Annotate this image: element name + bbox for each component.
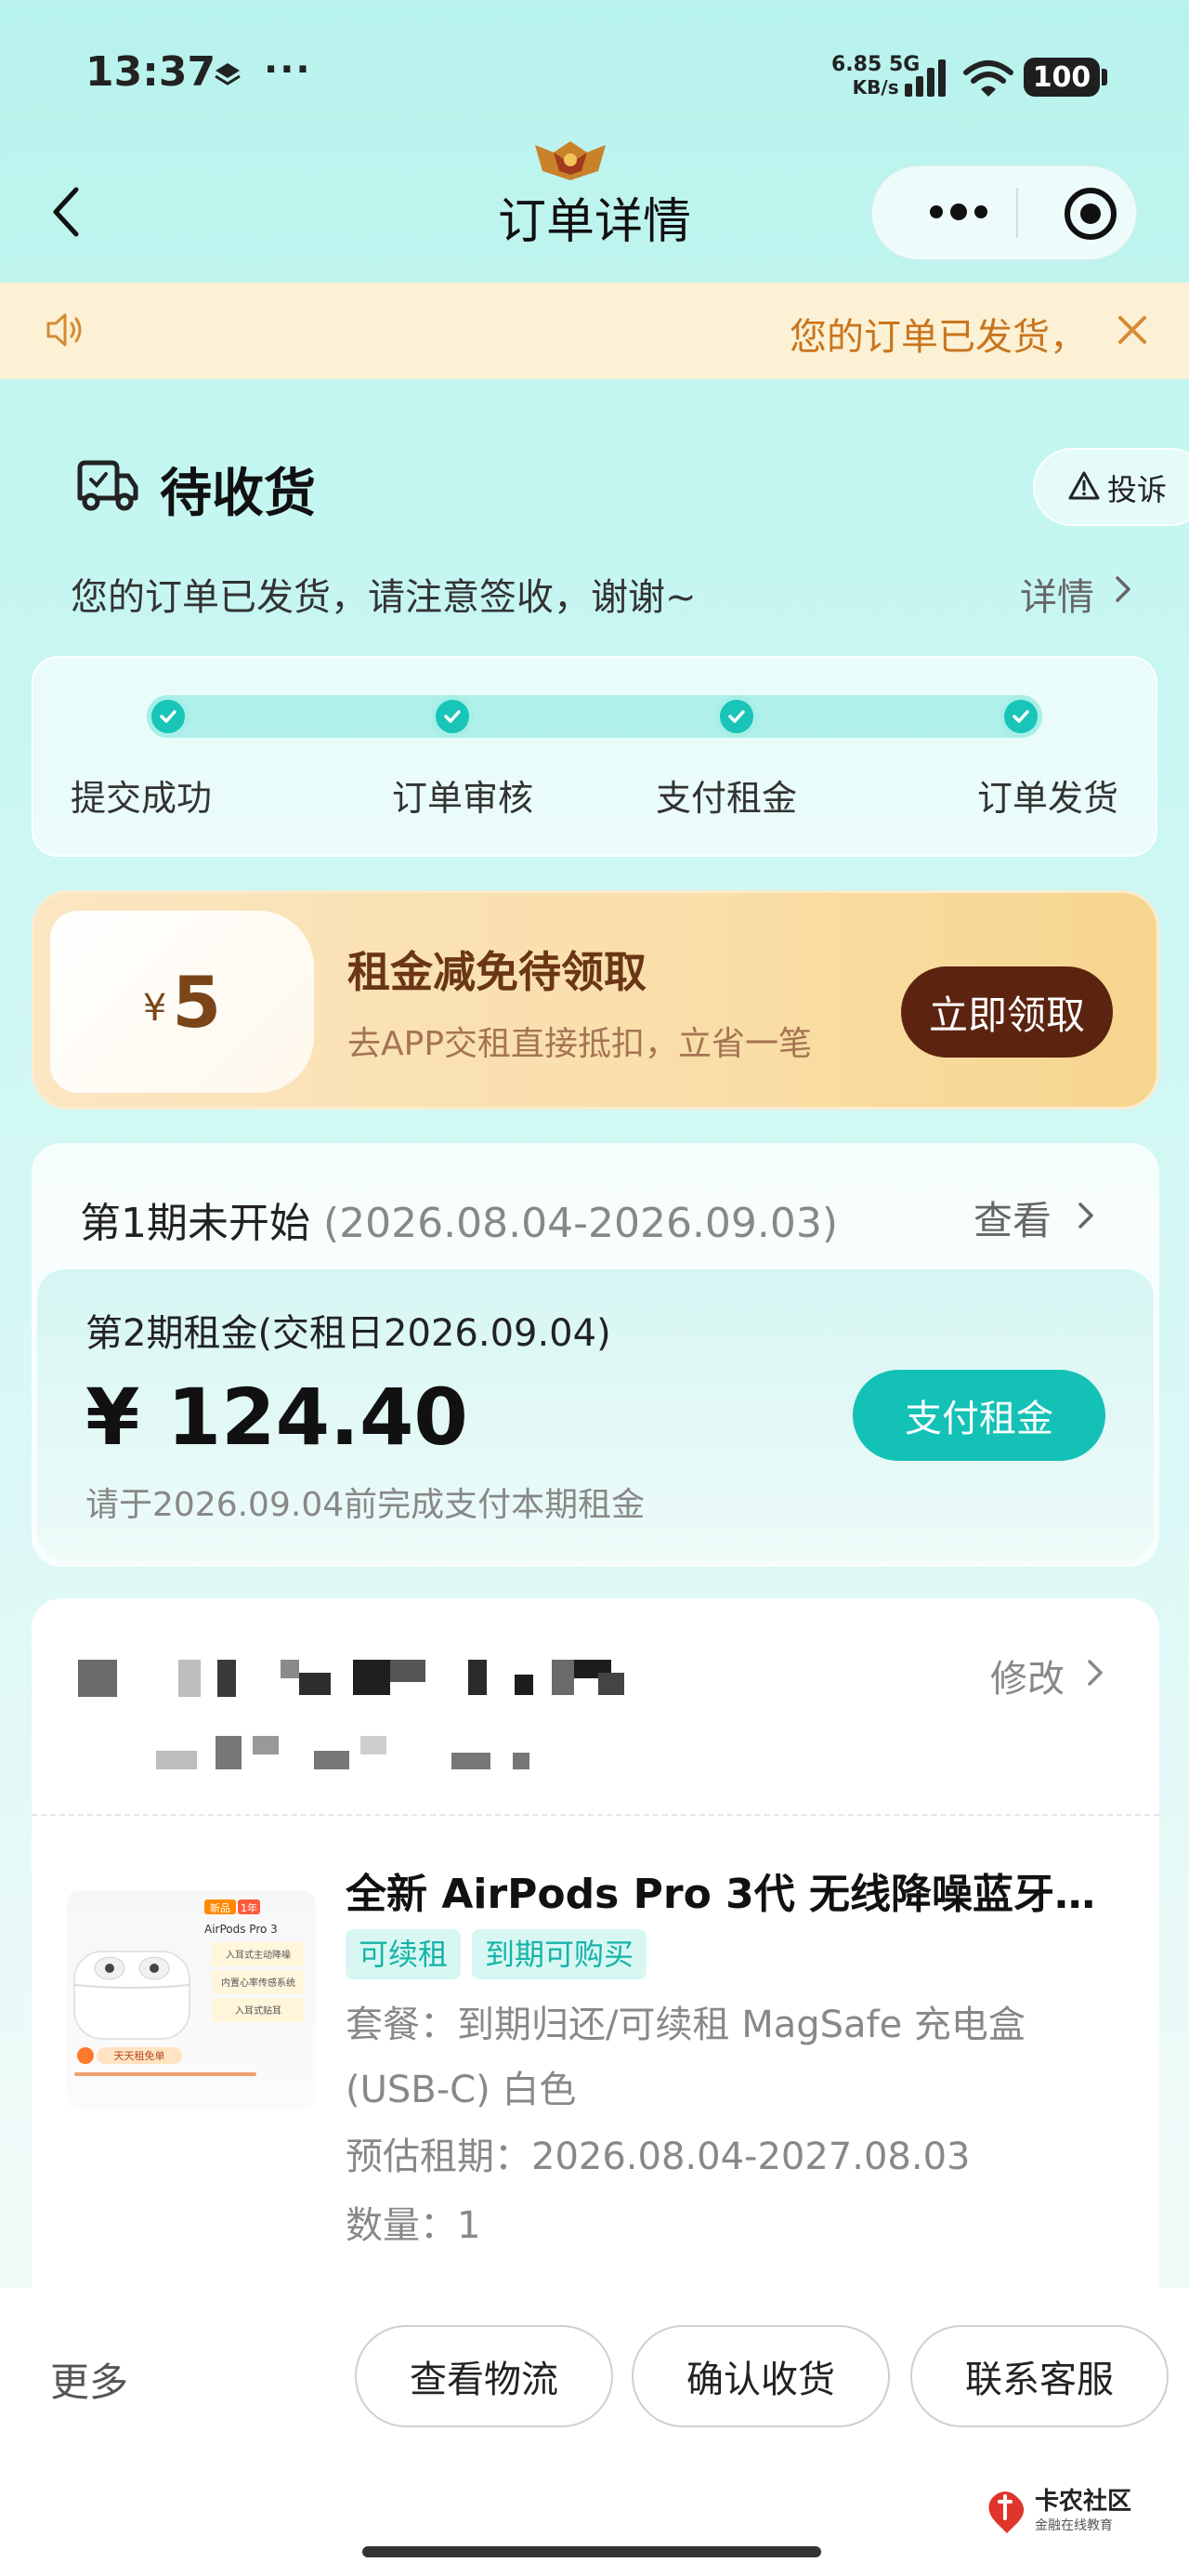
period1-row: 第1期未开始 (2026.08.04-2026.09.03)	[80, 1189, 838, 1249]
period1-label: 第1期未开始	[80, 1200, 310, 1247]
confirm-receipt-button[interactable]: 确认收货	[632, 2325, 890, 2427]
detail-link[interactable]: 详情	[1020, 567, 1094, 621]
close-icon[interactable]	[1113, 310, 1152, 349]
rent-period: 预估租期：2026.08.04-2027.08.03	[346, 2136, 971, 2178]
capsule-divider	[1016, 188, 1018, 238]
wifi-icon	[963, 60, 1013, 97]
image-badge-new: 新品	[210, 1901, 230, 1914]
status-time: 13:37	[85, 48, 216, 96]
view-logistics-button[interactable]: 查看物流	[355, 2325, 613, 2427]
speaker-icon	[46, 313, 82, 347]
image-feature-1: 入耳式主动降噪	[226, 1949, 291, 1961]
image-feature-2: 内置心率传感系统	[221, 1977, 295, 1989]
step-label-payment: 支付租金	[655, 778, 797, 819]
coupon-currency: ¥	[142, 987, 167, 1030]
claim-coupon-button[interactable]: 立即领取	[901, 966, 1113, 1058]
coupon-subtitle: 去APP交租直接抵扣，立省一笔	[347, 1025, 813, 1063]
image-footer-badge: 天天租免单	[114, 2049, 165, 2062]
chevron-right-icon	[1078, 1203, 1093, 1229]
page-title: 订单详情	[497, 194, 691, 250]
home-indicator[interactable]	[362, 2546, 821, 2557]
step-label-review: 订单审核	[391, 778, 533, 819]
coupon-amount-box: ¥ 5	[50, 911, 314, 1093]
airpods-case-illustration: 新品 1年 AirPods Pro 3 入耳式主动降噪 内置心率传感系统 入耳式…	[73, 1899, 305, 2076]
address-pixelated	[78, 1660, 624, 1697]
step-check-icon	[715, 695, 758, 738]
rent-amount: ¥ 124.40	[85, 1372, 468, 1463]
image-product-name: AirPods Pro 3	[204, 1923, 278, 1936]
tag-buyout: 到期可购买	[472, 1929, 647, 1979]
order-status-description: 您的订单已发货，请注意签收，谢谢~	[71, 576, 697, 619]
progress-track	[147, 695, 1042, 738]
watermark-logo: 卡农社区 金融在线教育	[988, 2487, 1131, 2533]
step-check-icon	[1000, 695, 1042, 738]
chevron-right-icon	[1116, 576, 1130, 602]
image-badge-year: 1年	[241, 1901, 257, 1914]
image-feature-3: 入耳式贴耳	[235, 2004, 281, 2017]
coupon-title: 租金减免待领取	[347, 947, 647, 997]
product-image[interactable]: 新品 1年 AirPods Pro 3 入耳式主动降噪 内置心率传感系统 入耳式…	[67, 1890, 316, 2109]
tag-renewable: 可续租	[346, 1929, 462, 1979]
phone-pixelated	[156, 1736, 529, 1769]
watermark-name: 卡农社区	[1035, 2487, 1131, 2516]
battery-indicator: 100	[1024, 58, 1100, 97]
period1-dates: (2026.08.04-2026.09.03)	[323, 1200, 839, 1247]
battery-tip	[1102, 69, 1107, 85]
close-target-icon[interactable]	[1061, 184, 1120, 243]
modify-address-link[interactable]: 修改	[990, 1649, 1065, 1702]
pay-rent-button[interactable]: 支付租金	[853, 1370, 1105, 1461]
period2-label: 第2期租金(交租日2026.09.04)	[85, 1312, 611, 1355]
status-more-dots: ···	[264, 48, 312, 91]
watermark-tagline: 金融在线教育	[1035, 2518, 1113, 2533]
complain-label: 投诉	[1107, 472, 1168, 507]
payment-note: 请于2026.09.04前完成支付本期租金	[85, 1486, 646, 1524]
more-dots-icon[interactable]	[912, 182, 1005, 242]
product-quantity: 数量：1	[346, 2204, 481, 2247]
step-check-icon	[147, 695, 189, 738]
chevron-right-icon	[1088, 1660, 1103, 1686]
more-actions-link[interactable]: 更多	[50, 2351, 128, 2408]
step-label-shipped: 订单发货	[976, 778, 1118, 819]
back-arrow-icon[interactable]	[48, 182, 85, 242]
delivery-truck-icon	[77, 460, 138, 511]
step-label-submitted: 提交成功	[70, 778, 212, 819]
crest-badge-icon	[535, 141, 606, 180]
progress-card	[32, 656, 1157, 857]
coupon-amount: 5	[172, 960, 222, 1044]
warning-icon	[1068, 471, 1100, 500]
layers-icon	[215, 63, 241, 85]
view-schedule-link[interactable]: 查看	[973, 1189, 1052, 1246]
cell-signal-icon	[905, 59, 946, 97]
product-title[interactable]: 全新 AirPods Pro 3代 无线降噪蓝牙耳机	[346, 1860, 1117, 1920]
dashed-divider	[32, 1814, 1159, 1816]
product-spec: 套餐：到期归还/可续租 MagSafe 充电盒(USB-C) 白色	[346, 2004, 1026, 2111]
order-status-title: 待收货	[160, 464, 316, 524]
contact-service-button[interactable]: 联系客服	[910, 2325, 1169, 2427]
notice-text: 您的订单已发货，	[790, 316, 1087, 359]
step-check-icon	[431, 695, 474, 738]
